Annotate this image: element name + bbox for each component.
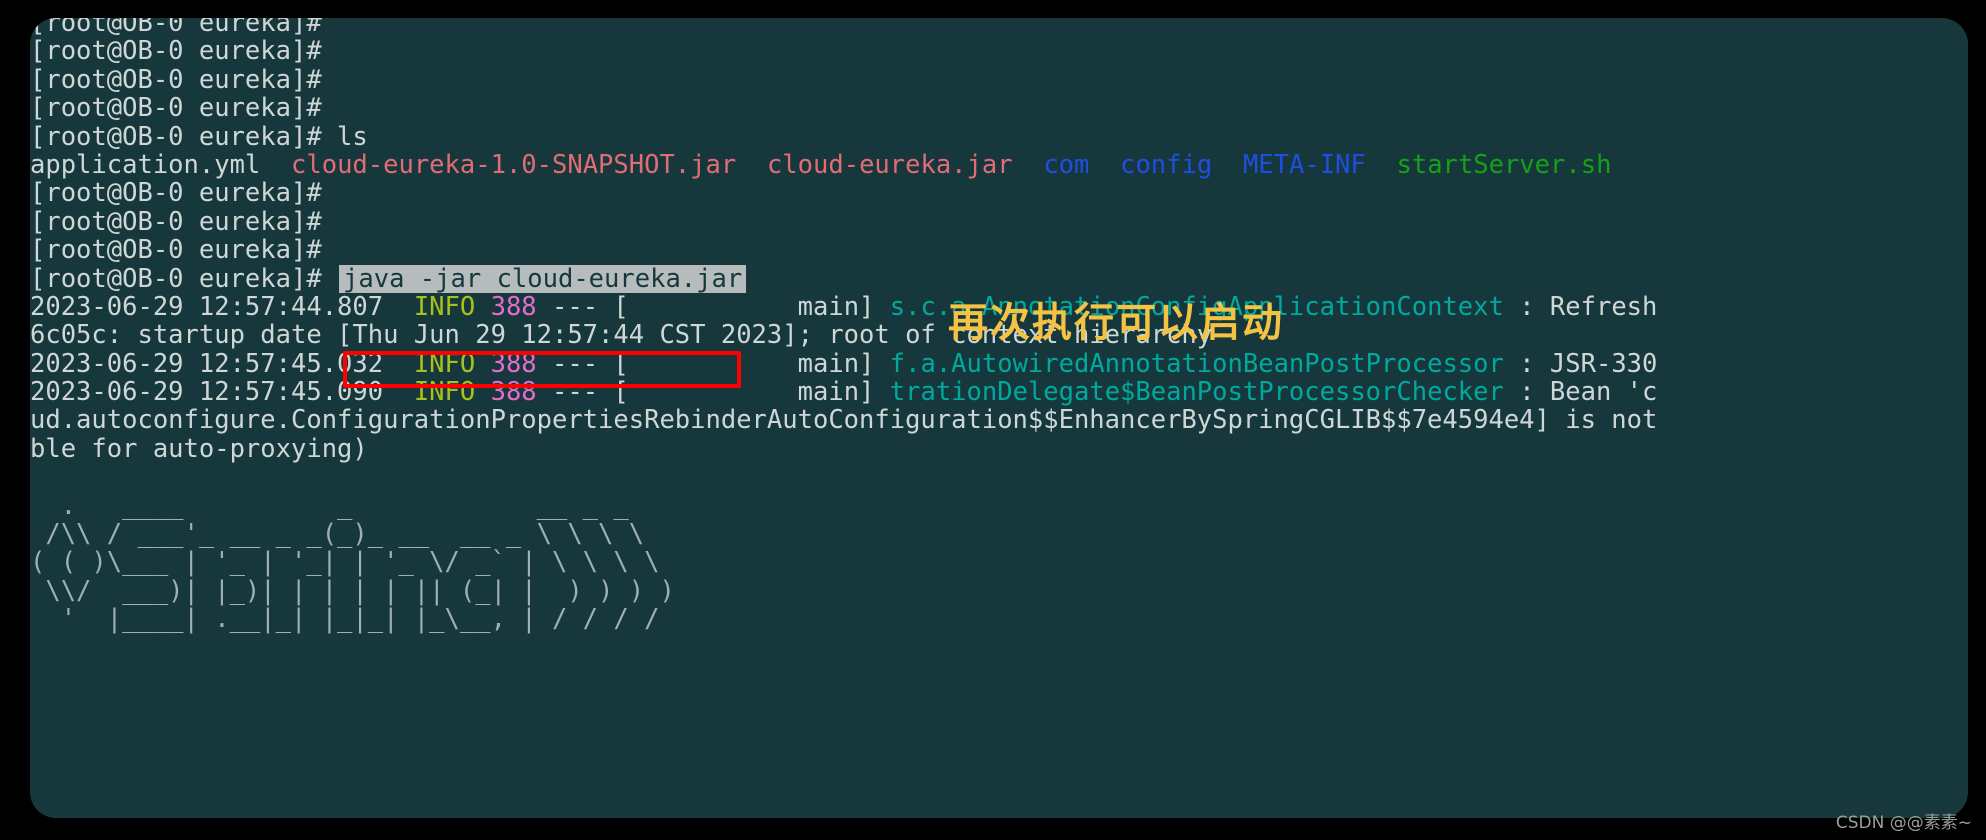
ls-entry: cloud-eureka-1.0-SNAPSHOT.jar: [291, 149, 737, 180]
log-pid: 388: [490, 291, 537, 322]
log-wrap-line: ud.autoconfigure.ConfigurationProperties…: [30, 406, 1968, 434]
log-message: : Refresh: [1503, 291, 1658, 322]
ls-gap: [1013, 150, 1044, 180]
log-logger: trationDelegate$BeanPostProcessorChecker: [889, 377, 1504, 408]
terminal-prompt-line: [root@OB-0 eureka]#: [30, 236, 1968, 264]
ls-entry: com: [1043, 149, 1090, 180]
log-timestamp: 2023-06-29 12:57:45.090: [30, 377, 414, 408]
prompt-text: [root@OB-0 eureka]#: [30, 178, 322, 209]
ls-gap: [1366, 150, 1397, 180]
spring-banner-line: . ____ _ __ _ _: [30, 490, 629, 521]
terminal-prompt-line: [root@OB-0 eureka]#: [30, 37, 1968, 65]
ls-entry: startServer.sh: [1396, 149, 1612, 180]
log-thread: [ main]: [613, 377, 890, 408]
terminal-prompt-line: [root@OB-0 eureka]# ls: [30, 121, 1968, 152]
ls-gap: [260, 150, 291, 180]
spring-banner-line: \\/ ___)| |_)| | | | | || (_| | ) ) ) ): [30, 575, 675, 606]
log-gap: [475, 377, 490, 407]
log-timestamp: 2023-06-29 12:57:44.807: [30, 291, 414, 322]
prompt-text: [root@OB-0 eureka]#: [30, 36, 322, 67]
log-thread: [ main]: [613, 348, 890, 379]
log-timestamp: 2023-06-29 12:57:45.032: [30, 348, 414, 379]
terminal-prompt-line: [root@OB-0 eureka]#: [30, 18, 1968, 37]
log-line: 2023-06-29 12:57:45.090 INFO 388 --- [ m…: [30, 378, 1968, 406]
terminal-window[interactable]: [root@OB-0 eureka]# [root@OB-0 eureka]# [r…: [30, 18, 1968, 818]
terminal-prompt-line: [root@OB-0 eureka]#: [30, 94, 1968, 122]
log-level: INFO: [413, 348, 476, 379]
terminal-output[interactable]: [root@OB-0 eureka]# [root@OB-0 eureka]# [r…: [30, 18, 1968, 818]
log-wrap-line: ble for auto-proxying): [30, 435, 1968, 463]
log-logger: f.a.AutowiredAnnotationBeanPostProcessor: [889, 348, 1504, 379]
terminal-prompt-line: [root@OB-0 eureka]#: [30, 208, 1968, 236]
ls-entry: application.yml: [30, 149, 261, 180]
prompt-text: [root@OB-0 eureka]#: [30, 18, 322, 38]
log-separator: ---: [536, 291, 614, 322]
log-line: 2023-06-29 12:57:45.032 INFO 388 --- [ m…: [30, 348, 1968, 379]
log-pid: 388: [490, 348, 537, 379]
ls-output-line: application.yml cloud-eureka-1.0-SNAPSHO…: [30, 151, 1968, 179]
spring-banner-line: ' |____| .__|_| |_|_| |_\__, | / / / /: [30, 604, 660, 635]
log-pid: 388: [490, 377, 537, 408]
terminal-prompt-line: [root@OB-0 eureka]#: [30, 179, 1968, 207]
prompt-text: [root@OB-0 eureka]#: [30, 235, 322, 266]
screenshot-root: [root@OB-0 eureka]# [root@OB-0 eureka]# [r…: [0, 0, 1986, 840]
ls-gap: [1212, 150, 1243, 180]
log-gap: [475, 349, 490, 379]
ls-gap: [736, 150, 767, 180]
log-gap: [475, 292, 490, 322]
prompt-text: [root@OB-0 eureka]# ls: [30, 121, 368, 152]
prompt-text: [root@OB-0 eureka]#: [30, 206, 322, 237]
log-level: INFO: [413, 377, 476, 408]
selected-command-text[interactable]: java -jar cloud-eureka.jar: [339, 264, 747, 293]
prompt-text: [root@OB-0 eureka]#: [30, 93, 322, 124]
ls-gap: [1089, 150, 1120, 180]
log-wrap-text: ble for auto-proxying): [30, 433, 368, 464]
ls-entry: cloud-eureka.jar: [766, 149, 1013, 180]
ls-entry: config: [1120, 149, 1213, 180]
log-level: INFO: [413, 291, 476, 322]
ls-entry: META-INF: [1242, 149, 1366, 180]
spring-banner-line: /\\ / ___'_ __ _ _(_)_ __ __ _ \ \ \ \: [30, 519, 645, 550]
watermark-label: CSDN @@素素~: [1835, 813, 1972, 833]
log-wrap-text: ud.autoconfigure.ConfigurationProperties…: [30, 405, 1658, 436]
log-message: : JSR-330: [1503, 348, 1658, 379]
spring-banner-line: ( ( )\___ | '_ | '_| | '_ \/ _` | \ \ \ …: [30, 547, 660, 578]
log-separator: ---: [536, 377, 614, 408]
log-message: : Bean 'c: [1503, 377, 1658, 408]
prompt-text: [root@OB-0 eureka]#: [30, 64, 322, 95]
terminal-prompt-line: [root@OB-0 eureka]#: [30, 66, 1968, 94]
log-thread: [ main]: [613, 291, 890, 322]
prompt-text: [root@OB-0 eureka]#: [30, 263, 338, 294]
chinese-annotation-label: 再次执行可以启动: [948, 300, 1284, 346]
log-separator: ---: [536, 348, 614, 379]
highlighted-command-line: [root@OB-0 eureka]# java -jar cloud-eure…: [30, 263, 1968, 294]
